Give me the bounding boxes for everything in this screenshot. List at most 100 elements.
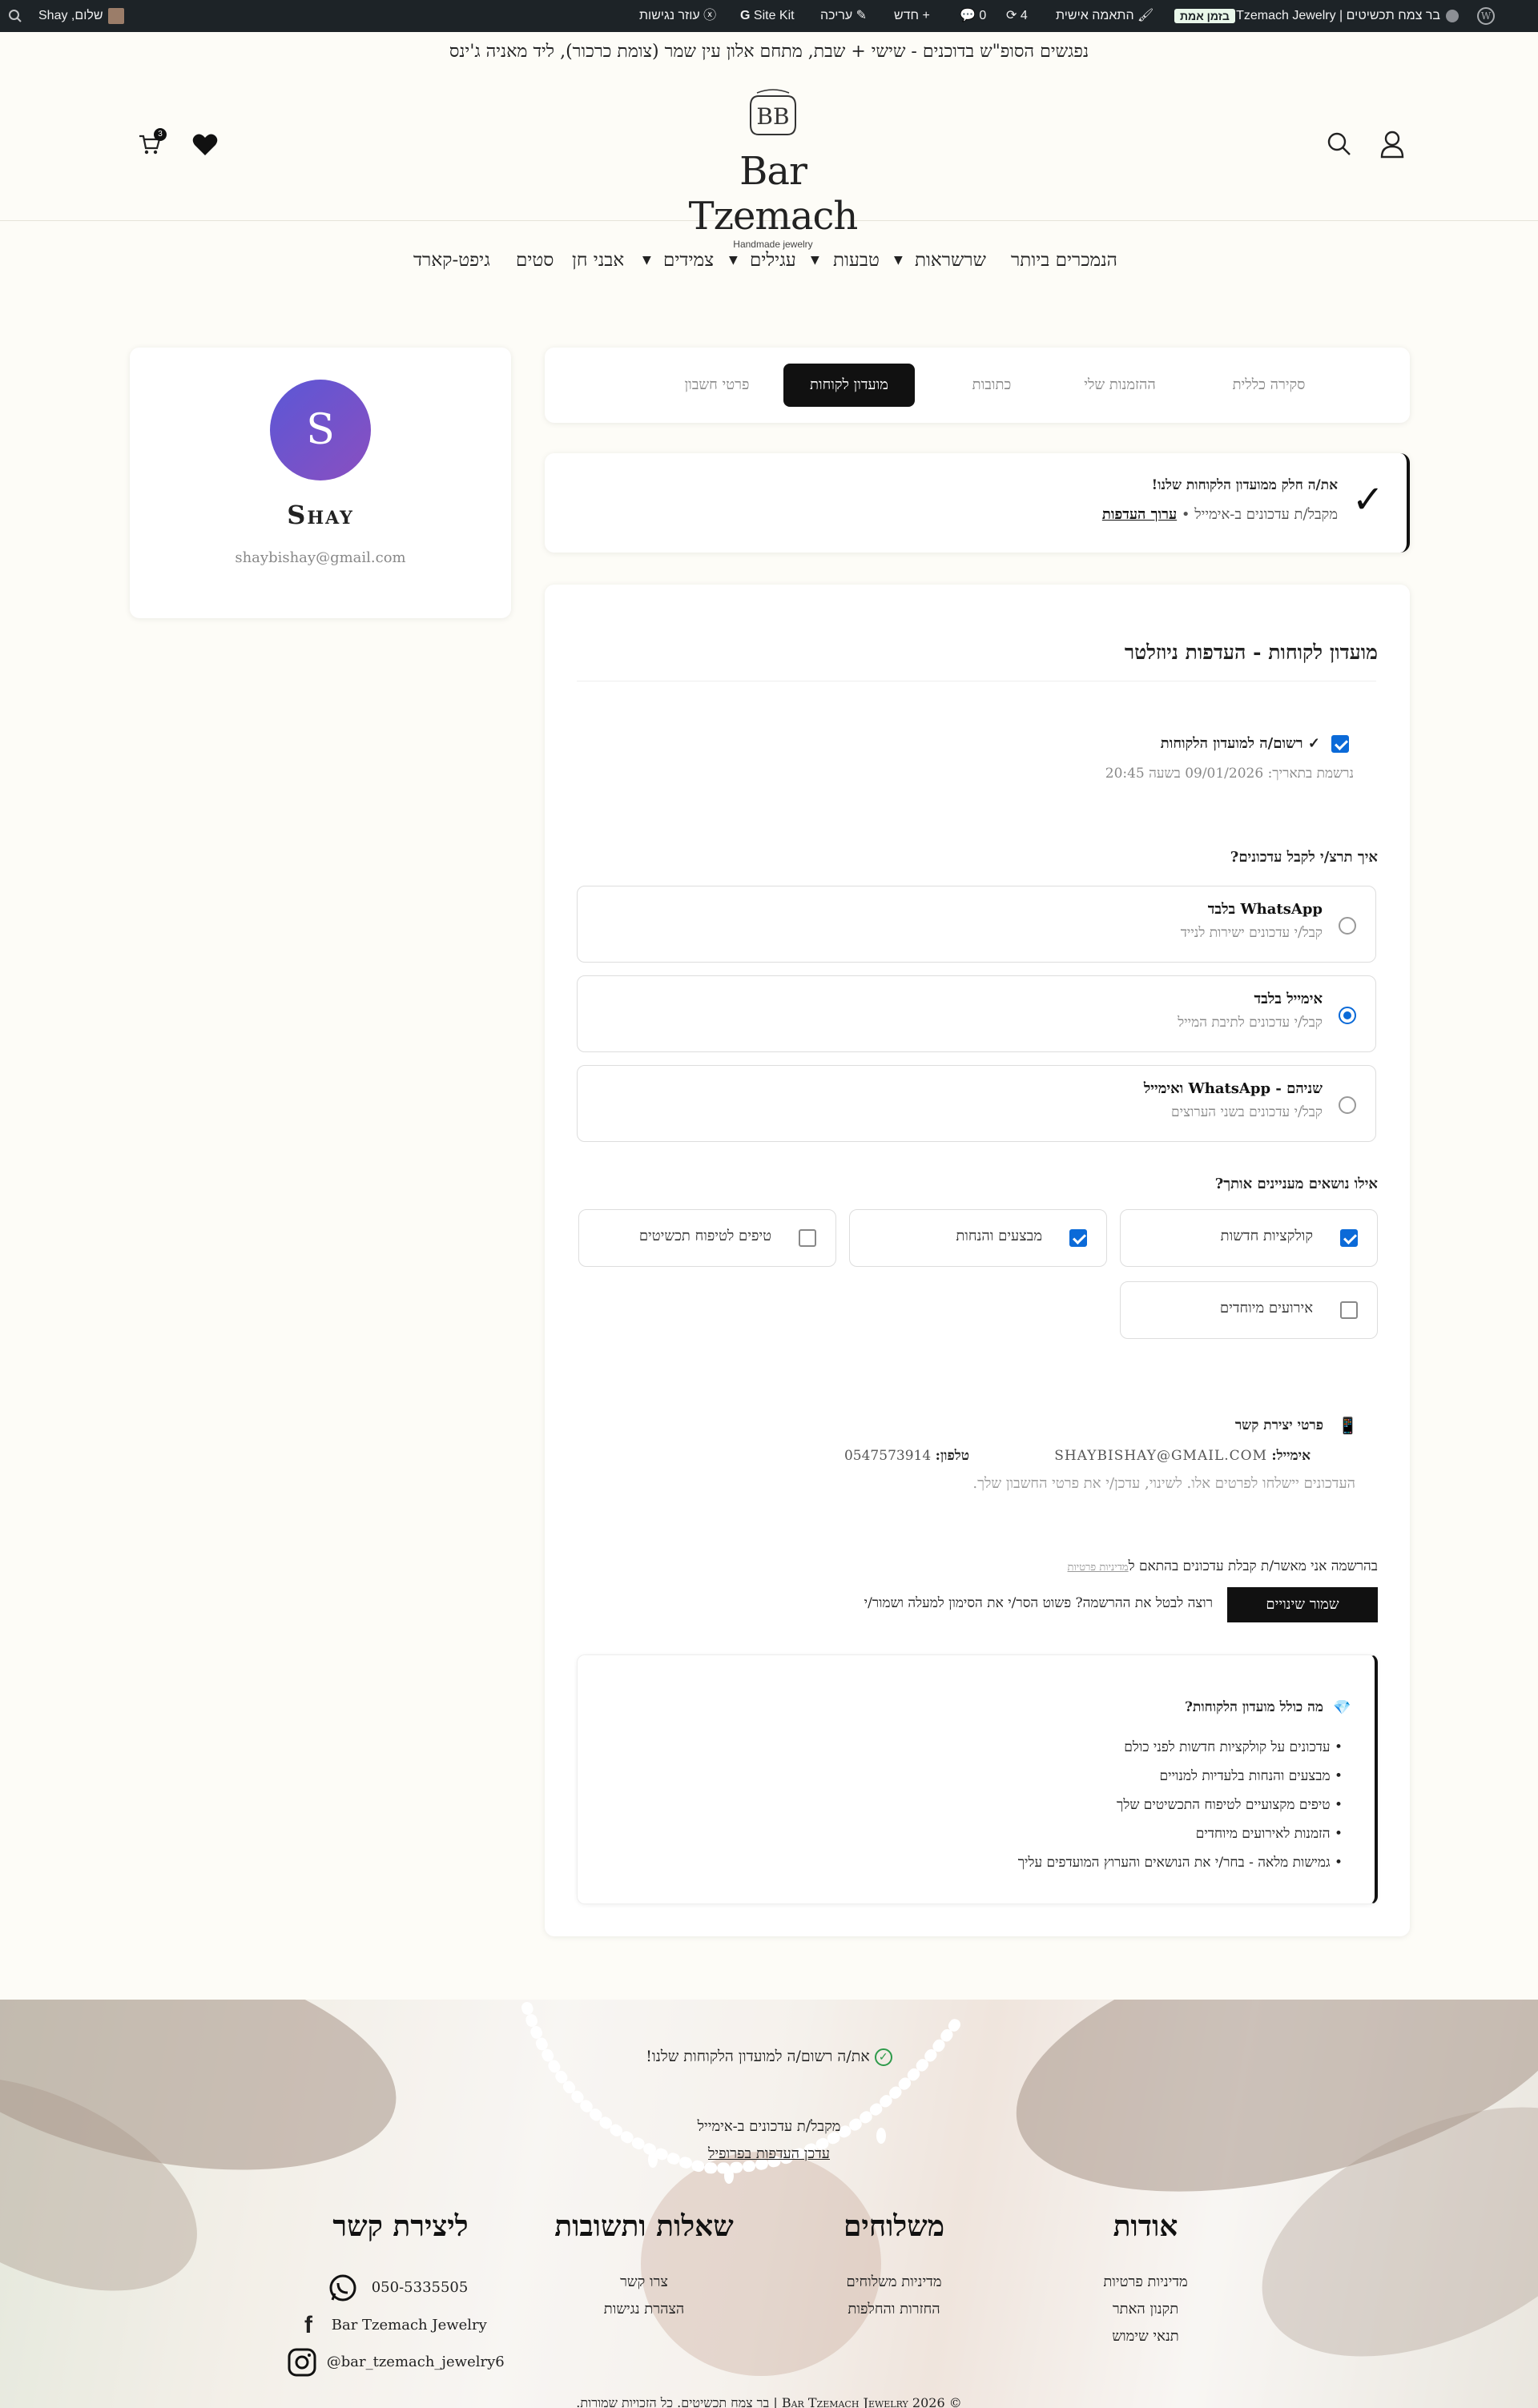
wordpress-icon[interactable]: W	[1471, 0, 1495, 32]
topic-checkbox[interactable]	[1069, 1229, 1087, 1247]
svg-text:BB: BB	[756, 103, 789, 130]
topic-checkbox[interactable]	[1340, 1229, 1358, 1247]
admin-site-link[interactable]: בר צמח תכשיטים | Bar Tzemach Jewelry	[1213, 0, 1459, 32]
chevron-down-icon[interactable]: ▼	[811, 240, 819, 280]
tab-orders[interactable]: ההזמנות שלי	[1048, 364, 1192, 407]
chevron-down-icon[interactable]: ▼	[729, 240, 738, 280]
svg-text:W: W	[1481, 10, 1492, 22]
topic-checkbox[interactable]	[799, 1229, 816, 1247]
footer-instagram[interactable]: @bar_tzemach_jewelry6	[287, 2347, 505, 2378]
privacy-policy-link[interactable]: מדיניות פרטיות	[1068, 1562, 1129, 1574]
tab-account-details[interactable]: פרטי חשבון	[658, 364, 775, 407]
footer-link-terms[interactable]: תקנון האתר	[1065, 2301, 1226, 2318]
site-header: BB Bar Tzemach Handmade jewelry 3	[0, 72, 1538, 250]
email-value: SHAYBISHAY@GMAIL.COM	[1054, 1448, 1267, 1464]
nav-item-earrings[interactable]: עגילים	[750, 240, 796, 280]
contact-heading: פרטי יצירת קשר	[1234, 1417, 1323, 1433]
copyright: © 2026 Bar Tzemach Jewelry | בר צמח תכשי…	[576, 2395, 962, 2408]
admin-new[interactable]: + חדש	[894, 0, 930, 32]
topic-new-collections[interactable]: קולקציות חדשות	[1120, 1209, 1378, 1267]
benefit-item: • עדכונים על קולקציות חדשות לפני כולם	[1124, 1739, 1343, 1755]
phone-emoji-icon: 📱	[1338, 1416, 1358, 1435]
option-subtitle: קבל/י עדכונים ישירות לנייד	[1180, 925, 1323, 941]
account-icon[interactable]	[1379, 130, 1405, 159]
admin-comments[interactable]: 0 💬	[960, 0, 986, 32]
chevron-down-icon[interactable]: ▼	[894, 240, 903, 280]
topic-sales[interactable]: מבצעים והנחות	[849, 1209, 1107, 1267]
chevron-down-icon[interactable]: ▼	[642, 240, 651, 280]
checkmark-icon: ✓	[1351, 477, 1384, 522]
benefit-item: • טיפים מקצועיים לטיפוח התכשיטים שלך	[1117, 1797, 1343, 1813]
footer-club-status: ✓את/ה רשום/ה למועדון הלקוחות שלנו!	[0, 2048, 1538, 2066]
option-title: WhatsApp בלבד	[1207, 901, 1323, 918]
save-button[interactable]: שמור שינויים	[1227, 1587, 1378, 1622]
logo-monogram-icon: BB	[750, 89, 796, 135]
footer-link-usage[interactable]: תנאי שימוש	[1065, 2328, 1226, 2345]
topic-care-tips[interactable]: טיפים לטיפוח תכשיטים	[578, 1209, 836, 1267]
admin-account[interactable]: שלום, Shay	[38, 0, 124, 32]
footer-phone[interactable]: 050-5335505	[327, 2272, 468, 2304]
option-whatsapp[interactable]: WhatsApp בלבד קבל/י עדכונים ישירות לנייד	[577, 886, 1376, 963]
admin-bar: W בר צמח תכשיטים | Bar Tzemach Jewelry ב…	[0, 0, 1538, 32]
site-logo[interactable]: BB Bar Tzemach Handmade jewelry	[657, 85, 889, 250]
benefit-item: • מבצעים והנחות בלעדיות למנויים	[1159, 1768, 1343, 1784]
member-banner: ✓ את/ה חלק ממועדון הלקוחות שלנו! מקבל/ת …	[545, 453, 1410, 553]
tab-customer-club[interactable]: מועדון לקוחות	[783, 364, 915, 407]
footer-link-contact[interactable]: צרו קשר	[524, 2273, 764, 2290]
option-subtitle: קבל/י עדכונים לתיבת המייל	[1178, 1015, 1323, 1031]
tab-addresses[interactable]: כתובות	[944, 364, 1040, 407]
contact-email-row: אימייל: SHAYBISHAY@GMAIL.COM	[1054, 1448, 1311, 1464]
nav-item-gemstones[interactable]: אבני חן	[572, 240, 624, 280]
member-banner-status: מקבל/ת עדכונים ב-אימייל •	[1181, 506, 1338, 523]
option-both[interactable]: שניהם - WhatsApp ואימייל קבל/י עדכונים ב…	[577, 1065, 1376, 1142]
topic-checkbox[interactable]	[1340, 1301, 1358, 1319]
admin-edit[interactable]: ✎ עריכה	[820, 0, 867, 32]
search-icon[interactable]	[1327, 131, 1352, 157]
announcement-text: נפגשים הסופ"ש בדוכנים - שישי + שבת, מתחם…	[449, 42, 1089, 62]
contact-note: העדכונים יישלחו לפרטים אלו. לשינוי, עדכן…	[972, 1475, 1355, 1492]
facebook-icon: f	[304, 2312, 312, 2338]
registered-checkbox[interactable]	[1331, 735, 1349, 753]
admin-updates[interactable]: 4 ⟳	[1006, 0, 1028, 32]
wishlist-heart-icon[interactable]	[192, 133, 218, 157]
avatar: S	[270, 380, 371, 480]
benefit-text: הזמנות לאירועים מיוחדים	[1195, 1826, 1331, 1842]
footer-link-privacy[interactable]: מדיניות פרטיות	[1065, 2273, 1226, 2290]
nav-item-sets[interactable]: סטים	[516, 240, 554, 280]
nav-item-bracelets[interactable]: צמידים	[663, 240, 714, 280]
registered-date: נרשמת בתאריך: 09/01/2026 בשעה 20:45	[1105, 766, 1354, 782]
footer-link-shipping-policy[interactable]: מדיניות משלוחים	[814, 2273, 974, 2290]
nav-item-gift-card[interactable]: גיפט-קארד	[413, 240, 490, 280]
footer-col-about-title: אודות	[1113, 2209, 1178, 2243]
phone-key: טלפון:	[935, 1448, 969, 1464]
admin-search-icon[interactable]	[8, 0, 22, 32]
footer-club-edit-row: עדכן העדפות בפרופיל	[0, 2145, 1538, 2162]
nav-item-necklaces[interactable]: שרשראות	[915, 240, 986, 280]
nav-item-rings[interactable]: טבעות	[833, 240, 880, 280]
topics-question: אילו נושאים מעניינים אותך?	[1214, 1176, 1378, 1192]
topic-label: קולקציות חדשות	[1220, 1228, 1313, 1244]
footer-link-returns[interactable]: החזרות והחלפות	[814, 2301, 974, 2318]
footer-facebook[interactable]: f Bar Tzemach Jewelry	[304, 2312, 487, 2339]
option-email[interactable]: אימייל בלבד קבל/י עדכונים לתיבת המייל	[577, 975, 1376, 1052]
radio-both[interactable]	[1339, 1096, 1356, 1114]
tab-overview[interactable]: סקירה כללית	[1205, 364, 1333, 407]
edit-preferences-link[interactable]: ערוך העדפות	[1102, 506, 1177, 523]
footer-phone-text: 050-5335505	[371, 2279, 469, 2296]
topic-events[interactable]: אירועים מיוחדים	[1120, 1281, 1378, 1339]
radio-email[interactable]	[1339, 1007, 1356, 1024]
announcement-bar: נפגשים הסופ"ש בדוכנים - שישי + שבת, מתחם…	[0, 32, 1538, 72]
user-avatar-small	[107, 7, 124, 24]
footer-club-edit-link[interactable]: עדכן העדפות בפרופיל	[708, 2145, 830, 2162]
nav-item-bestsellers[interactable]: הנמכרים ביותר	[1011, 240, 1117, 280]
topic-label: אירועים מיוחדים	[1219, 1300, 1313, 1317]
admin-customize[interactable]: 🖌 התאמה אישית	[1056, 0, 1154, 32]
admin-sitekit[interactable]: G Site Kit	[740, 0, 795, 32]
profile-email: shaybishay@gmail.com	[235, 549, 406, 566]
footer-link-accessibility[interactable]: הצהרת נגישות	[524, 2301, 764, 2318]
admin-accessibility[interactable]: ⓧ עוזר נגישות	[639, 0, 716, 32]
footer-instagram-text: @bar_tzemach_jewelry6	[326, 2354, 505, 2370]
cart-button[interactable]: 3	[138, 128, 167, 157]
option-title: שניהם - WhatsApp ואימייל	[1143, 1080, 1323, 1097]
radio-whatsapp[interactable]	[1339, 917, 1356, 935]
